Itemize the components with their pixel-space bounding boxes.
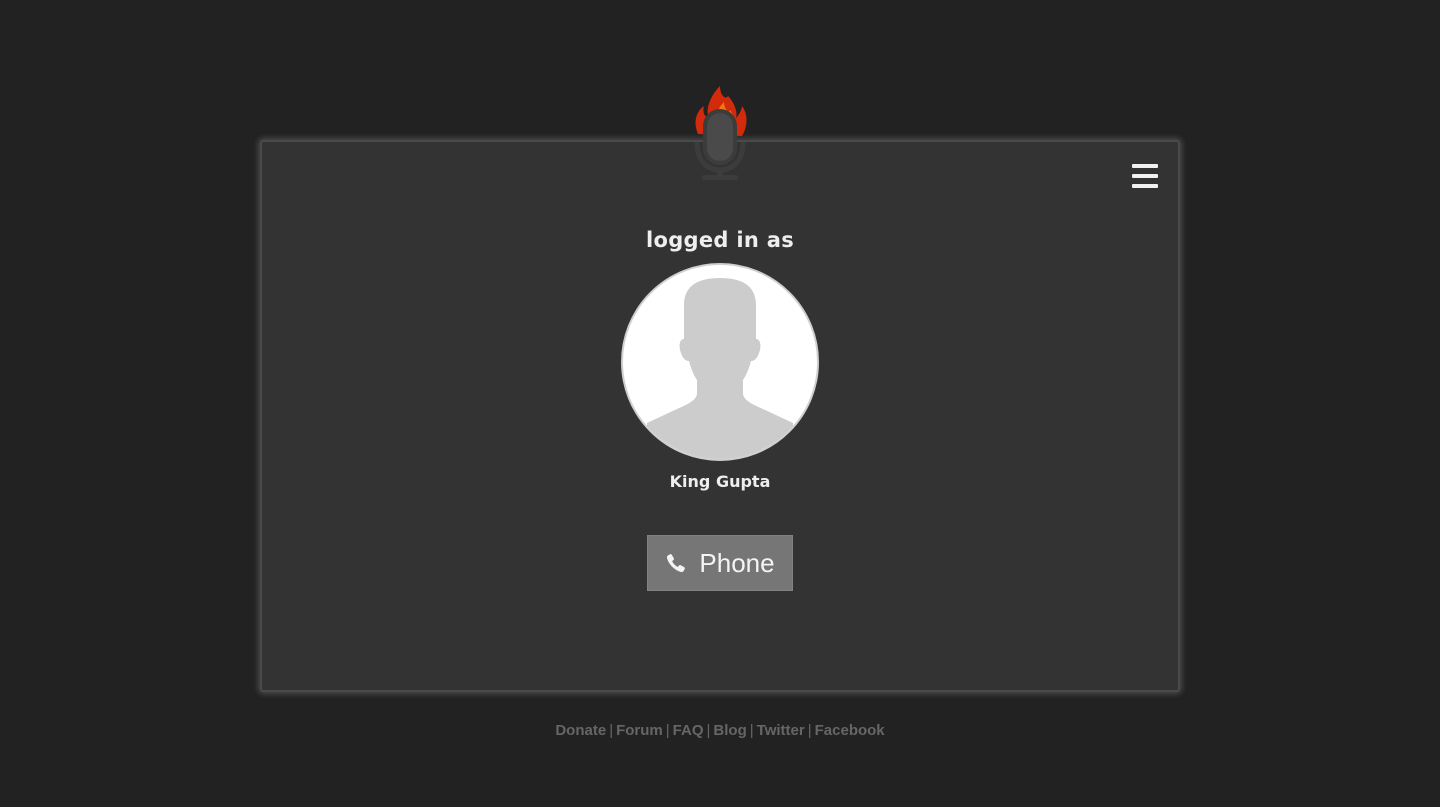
footer-link-faq[interactable]: FAQ: [673, 722, 704, 739]
flaming-microphone-icon: [690, 84, 750, 184]
footer-link-blog[interactable]: Blog: [713, 722, 746, 739]
avatar: [621, 263, 819, 461]
menu-bar: [1132, 164, 1158, 168]
footer-separator: |: [749, 722, 754, 739]
footer-separator: |: [706, 722, 711, 739]
footer-link-facebook[interactable]: Facebook: [815, 722, 885, 739]
default-user-silhouette-icon: [647, 278, 793, 459]
footer-link-twitter[interactable]: Twitter: [757, 722, 805, 739]
hamburger-menu-icon[interactable]: [1132, 164, 1158, 188]
footer-separator: |: [665, 722, 670, 739]
menu-bar: [1132, 184, 1158, 188]
footer-separator: |: [807, 722, 812, 739]
logged-in-heading: logged in as: [645, 228, 794, 252]
footer-link-donate[interactable]: Donate: [555, 722, 606, 739]
phone-button-label: Phone: [699, 547, 775, 578]
phone-handset-icon: [667, 554, 686, 573]
user-name: King Gupta: [669, 472, 771, 491]
footer-separator: |: [609, 722, 614, 739]
footer-links: Donate | Forum | FAQ | Blog | Twitter | Facebook: [0, 722, 1440, 739]
footer-link-forum[interactable]: Forum: [616, 722, 663, 739]
page: logged in as King Gupta Phone Donate | For…: [0, 0, 1440, 807]
phone-button[interactable]: Phone: [647, 535, 793, 591]
menu-bar: [1132, 174, 1158, 178]
login-status-card: logged in as King Gupta Phone: [260, 140, 1180, 692]
